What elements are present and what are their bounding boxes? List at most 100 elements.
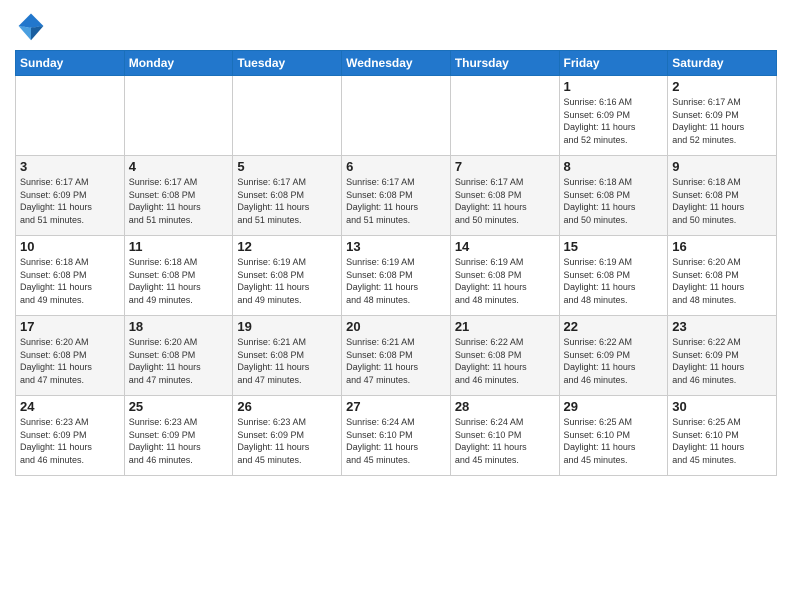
day-number: 13: [346, 239, 446, 254]
day-number: 16: [672, 239, 772, 254]
day-info: Sunrise: 6:20 AM Sunset: 6:08 PM Dayligh…: [672, 256, 772, 306]
calendar-cell: 26Sunrise: 6:23 AM Sunset: 6:09 PM Dayli…: [233, 396, 342, 476]
weekday-header: Thursday: [450, 51, 559, 76]
calendar-cell: 3Sunrise: 6:17 AM Sunset: 6:09 PM Daylig…: [16, 156, 125, 236]
day-number: 2: [672, 79, 772, 94]
day-number: 9: [672, 159, 772, 174]
day-number: 15: [564, 239, 664, 254]
day-number: 3: [20, 159, 120, 174]
day-number: 1: [564, 79, 664, 94]
weekday-header: Tuesday: [233, 51, 342, 76]
day-number: 12: [237, 239, 337, 254]
calendar-cell: [450, 76, 559, 156]
day-number: 17: [20, 319, 120, 334]
calendar-table: SundayMondayTuesdayWednesdayThursdayFrid…: [15, 50, 777, 476]
day-number: 27: [346, 399, 446, 414]
day-number: 8: [564, 159, 664, 174]
calendar-cell: [124, 76, 233, 156]
calendar-cell: 12 Sunrise: 6:19 AM Sunset: 6:08 PM Dayli…: [233, 236, 342, 316]
weekday-header: Monday: [124, 51, 233, 76]
day-number: 18: [129, 319, 229, 334]
calendar-cell: 30 Sunrise: 6:25 AM Sunset: 6:10 PM Dayli…: [668, 396, 777, 476]
day-number: 29: [564, 399, 664, 414]
calendar-cell: [233, 76, 342, 156]
calendar-body: 1 Sunrise: 6:16 AM Sunset: 6:09 PM Daylig…: [16, 76, 777, 476]
day-info: Sunrise: 6:17 AM Sunset: 6:08 PM Dayligh…: [455, 176, 555, 226]
day-number: 7: [455, 159, 555, 174]
calendar-cell: 28 Sunrise: 6:24 AM Sunset: 6:10 PM Dayli…: [450, 396, 559, 476]
day-number: 14: [455, 239, 555, 254]
calendar-cell: 11 Sunrise: 6:18 AM Sunset: 6:08 PM Dayli…: [124, 236, 233, 316]
weekday-header: Friday: [559, 51, 668, 76]
calendar-cell: 10 Sunrise: 6:18 AM Sunset: 6:08 PM Dayli…: [16, 236, 125, 316]
calendar-cell: 16 Sunrise: 6:20 AM Sunset: 6:08 PM Dayli…: [668, 236, 777, 316]
day-number: 20: [346, 319, 446, 334]
page: SundayMondayTuesdayWednesdayThursdayFrid…: [0, 0, 792, 612]
logo: [15, 10, 51, 42]
logo-icon: [15, 10, 47, 42]
calendar-cell: 22 Sunrise: 6:22 AM Sunset: 6:09 PM Dayli…: [559, 316, 668, 396]
weekday-header: Wednesday: [342, 51, 451, 76]
calendar-cell: 5 Sunrise: 6:17 AM Sunset: 6:08 PM Daylig…: [233, 156, 342, 236]
day-number: 21: [455, 319, 555, 334]
day-number: 25: [129, 399, 229, 414]
day-number: 4: [129, 159, 229, 174]
day-number: 10: [20, 239, 120, 254]
calendar-cell: 15 Sunrise: 6:19 AM Sunset: 6:08 PM Dayli…: [559, 236, 668, 316]
calendar-cell: 29Sunrise: 6:25 AM Sunset: 6:10 PM Dayli…: [559, 396, 668, 476]
day-number: 24: [20, 399, 120, 414]
calendar-cell: 21Sunrise: 6:22 AM Sunset: 6:08 PM Dayli…: [450, 316, 559, 396]
day-number: 22: [564, 319, 664, 334]
calendar-cell: 7 Sunrise: 6:17 AM Sunset: 6:08 PM Daylig…: [450, 156, 559, 236]
calendar-cell: 17 Sunrise: 6:20 AM Sunset: 6:08 PM Dayli…: [16, 316, 125, 396]
calendar-week: 10 Sunrise: 6:18 AM Sunset: 6:08 PM Dayli…: [16, 236, 777, 316]
day-number: 23: [672, 319, 772, 334]
day-number: 19: [237, 319, 337, 334]
calendar-week: 3Sunrise: 6:17 AM Sunset: 6:09 PM Daylig…: [16, 156, 777, 236]
day-number: 11: [129, 239, 229, 254]
day-info: Sunrise: 6:22 AM Sunset: 6:09 PM Dayligh…: [672, 336, 772, 386]
day-number: 5: [237, 159, 337, 174]
day-info: Sunrise: 6:17 AM Sunset: 6:08 PM Dayligh…: [237, 176, 337, 226]
day-info: Sunrise: 6:19 AM Sunset: 6:08 PM Dayligh…: [237, 256, 337, 306]
day-info: Sunrise: 6:19 AM Sunset: 6:08 PM Dayligh…: [564, 256, 664, 306]
day-info: Sunrise: 6:25 AM Sunset: 6:10 PM Dayligh…: [672, 416, 772, 466]
calendar-week: 24 Sunrise: 6:23 AM Sunset: 6:09 PM Dayli…: [16, 396, 777, 476]
weekday-header: Sunday: [16, 51, 125, 76]
calendar-header: SundayMondayTuesdayWednesdayThursdayFrid…: [16, 51, 777, 76]
day-number: 30: [672, 399, 772, 414]
calendar-cell: 24Sunrise: 6:23 AM Sunset: 6:09 PM Dayli…: [16, 396, 125, 476]
calendar-cell: 19Sunrise: 6:21 AM Sunset: 6:08 PM Dayli…: [233, 316, 342, 396]
calendar-cell: 1 Sunrise: 6:16 AM Sunset: 6:09 PM Daylig…: [559, 76, 668, 156]
calendar-cell: 18 Sunrise: 6:20 AM Sunset: 6:08 PM Dayli…: [124, 316, 233, 396]
day-info: Sunrise: 6:17 AM Sunset: 6:09 PM Dayligh…: [672, 96, 772, 146]
day-number: 28: [455, 399, 555, 414]
calendar-cell: 9 Sunrise: 6:18 AM Sunset: 6:08 PM Daylig…: [668, 156, 777, 236]
calendar-cell: 13 Sunrise: 6:19 AM Sunset: 6:08 PM Dayli…: [342, 236, 451, 316]
header-row: SundayMondayTuesdayWednesdayThursdayFrid…: [16, 51, 777, 76]
day-info: Sunrise: 6:24 AM Sunset: 6:10 PM Dayligh…: [455, 416, 555, 466]
calendar-cell: 4Sunrise: 6:17 AM Sunset: 6:08 PM Daylig…: [124, 156, 233, 236]
day-info: Sunrise: 6:23 AM Sunset: 6:09 PM Dayligh…: [129, 416, 229, 466]
day-info: Sunrise: 6:17 AM Sunset: 6:08 PM Dayligh…: [346, 176, 446, 226]
weekday-header: Saturday: [668, 51, 777, 76]
day-info: Sunrise: 6:19 AM Sunset: 6:08 PM Dayligh…: [346, 256, 446, 306]
calendar-cell: 25 Sunrise: 6:23 AM Sunset: 6:09 PM Dayli…: [124, 396, 233, 476]
calendar-cell: [16, 76, 125, 156]
day-number: 26: [237, 399, 337, 414]
day-info: Sunrise: 6:20 AM Sunset: 6:08 PM Dayligh…: [20, 336, 120, 386]
calendar-cell: 27 Sunrise: 6:24 AM Sunset: 6:10 PM Dayli…: [342, 396, 451, 476]
day-info: Sunrise: 6:22 AM Sunset: 6:09 PM Dayligh…: [564, 336, 664, 386]
header: [15, 10, 777, 42]
day-info: Sunrise: 6:18 AM Sunset: 6:08 PM Dayligh…: [564, 176, 664, 226]
calendar-cell: 8 Sunrise: 6:18 AM Sunset: 6:08 PM Daylig…: [559, 156, 668, 236]
calendar-week: 17 Sunrise: 6:20 AM Sunset: 6:08 PM Dayli…: [16, 316, 777, 396]
day-info: Sunrise: 6:20 AM Sunset: 6:08 PM Dayligh…: [129, 336, 229, 386]
calendar-cell: 14Sunrise: 6:19 AM Sunset: 6:08 PM Dayli…: [450, 236, 559, 316]
day-info: Sunrise: 6:18 AM Sunset: 6:08 PM Dayligh…: [20, 256, 120, 306]
day-info: Sunrise: 6:16 AM Sunset: 6:09 PM Dayligh…: [564, 96, 664, 146]
day-info: Sunrise: 6:18 AM Sunset: 6:08 PM Dayligh…: [129, 256, 229, 306]
day-info: Sunrise: 6:18 AM Sunset: 6:08 PM Dayligh…: [672, 176, 772, 226]
day-info: Sunrise: 6:24 AM Sunset: 6:10 PM Dayligh…: [346, 416, 446, 466]
calendar-week: 1 Sunrise: 6:16 AM Sunset: 6:09 PM Daylig…: [16, 76, 777, 156]
